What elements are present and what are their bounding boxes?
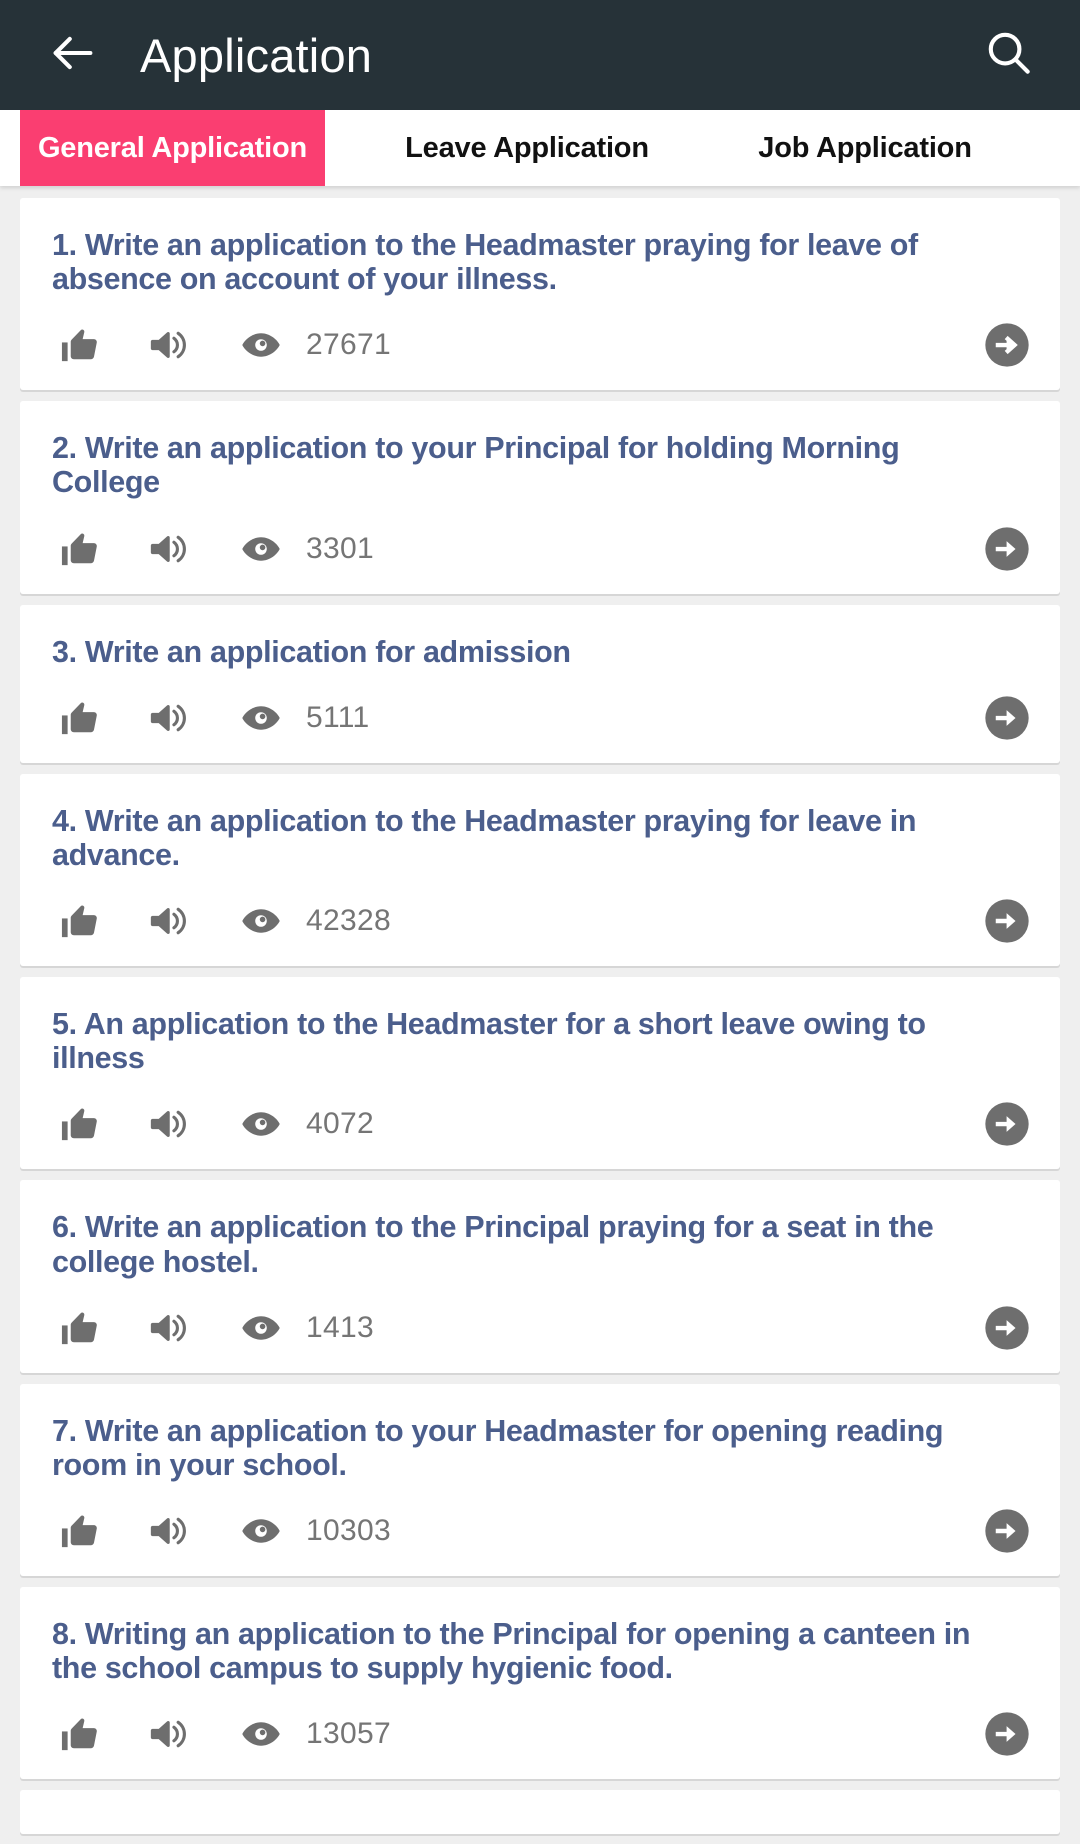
eye-icon [236, 1713, 286, 1755]
item-title: 4. Write an application to the Headmaste… [52, 803, 917, 872]
search-button[interactable] [976, 22, 1042, 88]
view-count: 3301 [306, 531, 374, 565]
item-meta-row: 5111 [42, 687, 1038, 749]
item-title: 8. Writing an application to the Princip… [52, 1617, 971, 1686]
eye-icon [236, 1307, 286, 1349]
item-title: 5. An application to the Headmaster for … [52, 1007, 926, 1076]
speaker-volume-icon[interactable] [142, 323, 196, 367]
speaker-volume-icon[interactable] [142, 527, 196, 571]
view-count: 5111 [306, 700, 370, 734]
thumbs-up-icon[interactable] [54, 696, 108, 740]
list-item[interactable]: 3. Write an application for admission 51… [20, 604, 1060, 763]
item-title: 1. Write an application to the Headmaste… [52, 228, 918, 297]
arrow-right-circle-icon[interactable] [982, 1303, 1032, 1353]
speaker-volume-icon[interactable] [142, 1509, 196, 1553]
thumbs-up-icon[interactable] [54, 323, 108, 367]
tab-label: Leave Application [405, 131, 649, 164]
thumbs-up-icon[interactable] [54, 1102, 108, 1146]
arrow-right-circle-icon[interactable] [982, 1709, 1032, 1759]
item-title: 3. Write an application for admission [52, 634, 571, 669]
list-item[interactable]: 6. Write an application to the Principal… [20, 1180, 1060, 1373]
list-item[interactable] [20, 1790, 1060, 1835]
list-item[interactable]: 8. Writing an application to the Princip… [20, 1587, 1060, 1780]
item-title: 7. Write an application to your Headmast… [52, 1413, 944, 1482]
tab-label: Job Application [758, 131, 972, 164]
search-icon [983, 27, 1035, 84]
application-list[interactable]: 1. Write an application to the Headmaste… [0, 186, 1080, 1844]
tab-label: General Application [37, 131, 308, 164]
item-meta-row: 10303 [42, 1500, 1038, 1562]
tab-bar: General Application Leave Application Jo… [0, 110, 1080, 186]
view-count: 42328 [306, 904, 391, 938]
arrow-right-circle-icon[interactable] [982, 1099, 1032, 1149]
list-item[interactable]: 5. An application to the Headmaster for … [20, 977, 1060, 1170]
thumbs-up-icon[interactable] [54, 1509, 108, 1553]
tab-general-application[interactable]: General Application [20, 110, 325, 186]
thumbs-up-icon[interactable] [54, 899, 108, 943]
tab-leave-application[interactable]: Leave Application [377, 110, 677, 186]
item-meta-row: 13057 [42, 1703, 1038, 1765]
eye-icon [236, 324, 286, 366]
thumbs-up-icon[interactable] [54, 1306, 108, 1350]
tab-job-application[interactable]: Job Application [735, 110, 995, 186]
item-title: 6. Write an application to the Principal… [52, 1210, 934, 1279]
eye-icon [236, 1510, 286, 1552]
view-count: 4072 [306, 1107, 374, 1141]
view-count: 13057 [306, 1717, 391, 1751]
page-title: Application [140, 28, 373, 82]
thumbs-up-icon[interactable] [54, 1712, 108, 1756]
back-button[interactable] [40, 22, 106, 88]
speaker-volume-icon[interactable] [142, 1102, 196, 1146]
eye-icon [236, 900, 286, 942]
arrow-right-circle-icon[interactable] [982, 320, 1032, 370]
item-meta-row: 1413 [42, 1297, 1038, 1359]
speaker-volume-icon[interactable] [142, 1712, 196, 1756]
app-bar: Application [0, 0, 1080, 110]
item-meta-row: 4072 [42, 1093, 1038, 1155]
item-meta-row: 42328 [42, 890, 1038, 952]
item-meta-row: 3301 [42, 518, 1038, 580]
list-item[interactable]: 7. Write an application to your Headmast… [20, 1383, 1060, 1577]
item-meta-row: 27671 [42, 314, 1038, 376]
view-count: 10303 [306, 1514, 391, 1548]
eye-icon [236, 1103, 286, 1145]
back-arrow-icon [47, 27, 99, 84]
list-item[interactable]: 1. Write an application to the Headmaste… [20, 198, 1060, 391]
item-title: 2. Write an application to your Principa… [52, 431, 900, 500]
arrow-right-circle-icon[interactable] [982, 896, 1032, 946]
thumbs-up-icon[interactable] [54, 527, 108, 571]
speaker-volume-icon[interactable] [142, 899, 196, 943]
arrow-right-circle-icon[interactable] [982, 524, 1032, 574]
view-count: 27671 [306, 328, 391, 362]
arrow-right-circle-icon[interactable] [982, 693, 1032, 743]
arrow-right-circle-icon[interactable] [982, 1506, 1032, 1556]
view-count: 1413 [306, 1310, 374, 1344]
speaker-volume-icon[interactable] [142, 696, 196, 740]
eye-icon [236, 528, 286, 570]
list-item[interactable]: 2. Write an application to your Principa… [20, 401, 1060, 594]
eye-icon [236, 697, 286, 739]
speaker-volume-icon[interactable] [142, 1306, 196, 1350]
list-item[interactable]: 4. Write an application to the Headmaste… [20, 773, 1060, 967]
